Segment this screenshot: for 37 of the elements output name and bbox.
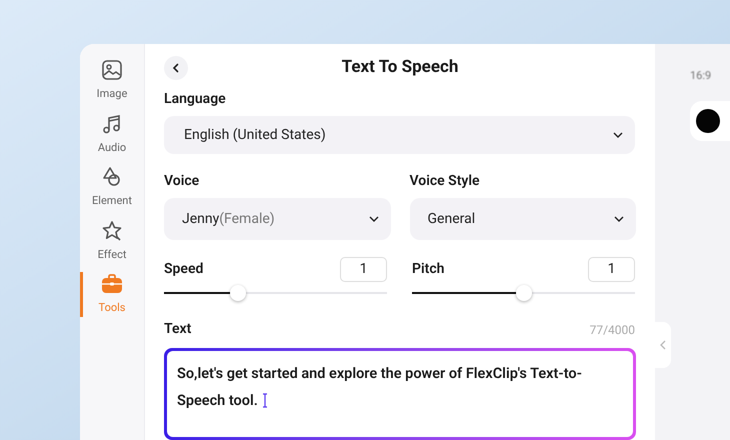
field-label: Voice Style <box>410 172 480 192</box>
chevron-left-icon <box>660 340 666 350</box>
sidebar-tab[interactable]: Effect <box>83 218 144 263</box>
voice-style-dropdown[interactable]: General <box>410 198 636 240</box>
slider-label: Pitch <box>412 260 444 280</box>
back-button[interactable] <box>164 56 188 80</box>
voice-dropdown[interactable]: Jenny(Female) <box>164 198 390 240</box>
slider-thumb[interactable] <box>230 285 246 302</box>
language-dropdown[interactable]: English (United States) <box>164 116 635 154</box>
aspect-ratio-label: 16:9 <box>690 68 712 84</box>
value-input[interactable]: 1 <box>588 257 635 282</box>
sidebar-tab[interactable]: Audio <box>83 112 144 156</box>
slider-thumb[interactable] <box>516 285 532 302</box>
star-icon <box>100 218 124 242</box>
back-icon <box>172 63 180 73</box>
sidebar-tab[interactable]: Element <box>83 165 144 210</box>
chevron-down-icon <box>368 216 378 222</box>
slider-label: Speed <box>164 260 204 280</box>
field-label: Text <box>164 320 192 340</box>
slider[interactable] <box>164 285 387 302</box>
collapse-handle[interactable] <box>655 322 671 368</box>
toolbox-icon <box>100 272 124 296</box>
text-area[interactable]: So,let's get started and explore the power of FlexClip's Text-to-Speech tool. <box>164 348 636 440</box>
value-input[interactable]: 1 <box>340 257 387 282</box>
character-counter: 77/4000 <box>590 322 635 339</box>
image-icon <box>100 58 124 82</box>
chevron-down-icon <box>613 132 623 138</box>
sidebar-tab[interactable]: Image <box>83 58 144 102</box>
color-swatch-card[interactable] <box>690 100 730 140</box>
chevron-down-icon <box>614 216 624 222</box>
panel-title: Text To Speech <box>342 56 458 80</box>
text-cursor-icon <box>262 393 268 408</box>
color-swatch-icon <box>696 108 720 132</box>
slider[interactable] <box>412 285 635 302</box>
field-label: Voice <box>164 172 200 192</box>
field-label: Language <box>164 90 226 109</box>
active-indicator <box>80 272 83 316</box>
